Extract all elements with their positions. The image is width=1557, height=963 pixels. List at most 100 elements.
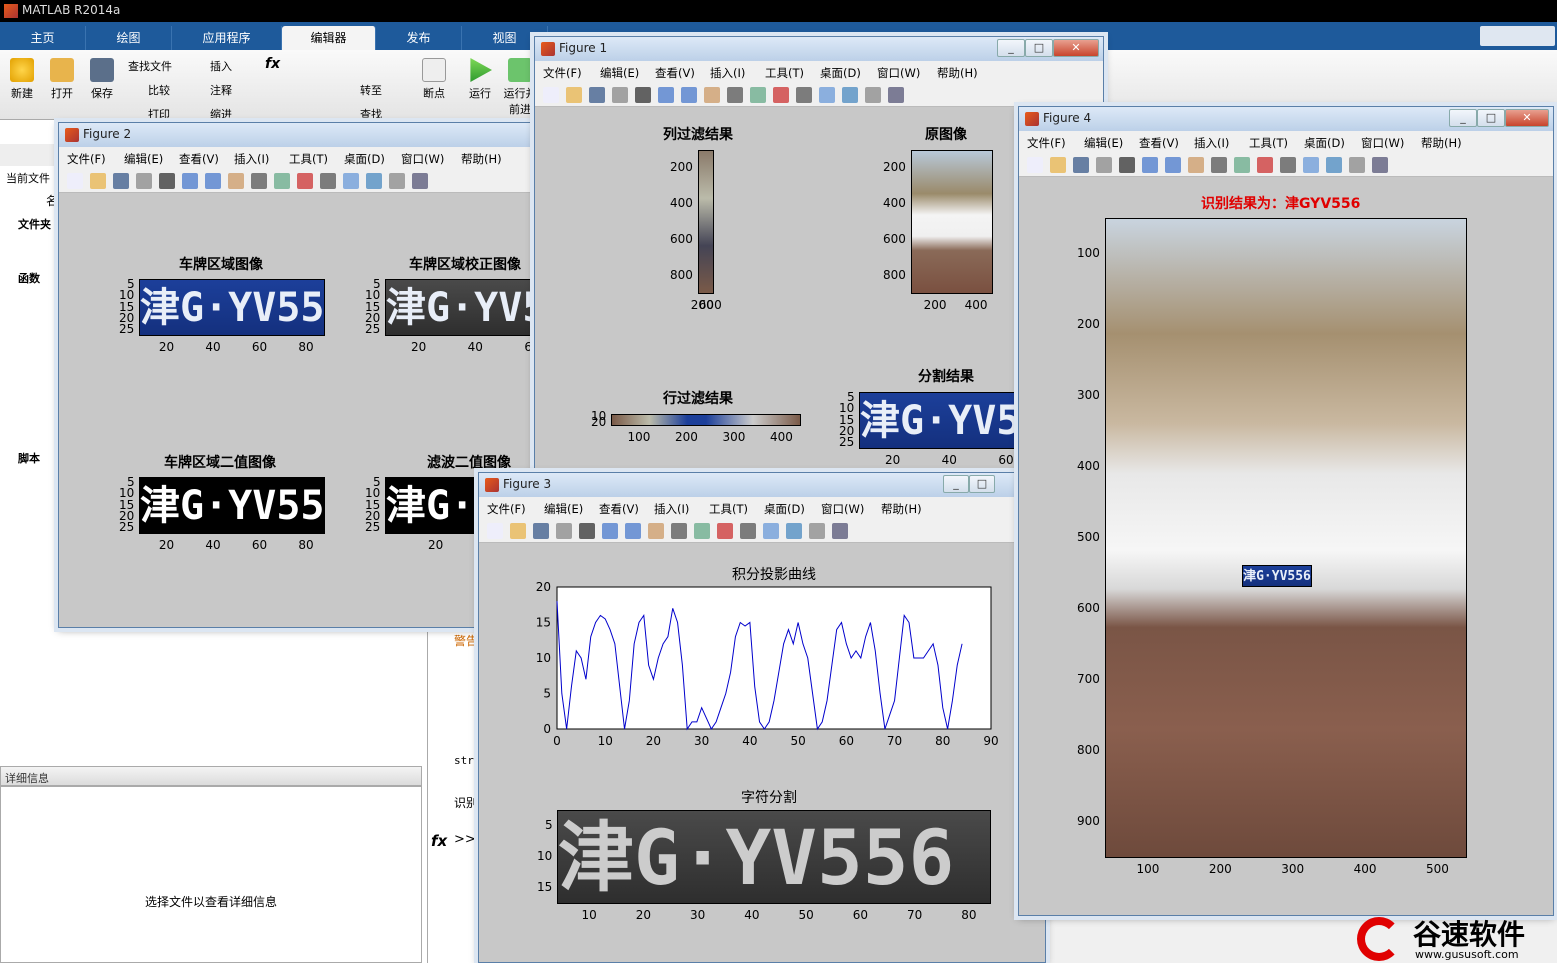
toolbar-button[interactable] (727, 87, 743, 103)
menu-item[interactable]: 查看(V) (179, 151, 219, 167)
toolbar-button[interactable] (1372, 157, 1388, 173)
toolbar-button[interactable] (579, 523, 595, 539)
toolbar-button[interactable] (842, 87, 858, 103)
toolbar-button[interactable] (251, 173, 267, 189)
toolbar-button[interactable] (90, 173, 106, 189)
toolbar-button[interactable] (297, 173, 313, 189)
goto-button[interactable]: 转至 (360, 82, 382, 98)
breakpoint-button[interactable]: 断点 (420, 58, 448, 101)
insert-button[interactable]: 插入 (210, 58, 232, 74)
toolbar-button[interactable] (205, 173, 221, 189)
figure1-titlebar[interactable]: Figure 1 _ □ ✕ (535, 37, 1103, 61)
toolbar-button[interactable] (543, 87, 559, 103)
toolbar-button[interactable] (589, 87, 605, 103)
menu-item[interactable]: 帮助(H) (881, 501, 922, 517)
menu-item[interactable]: 文件(F) (1027, 135, 1066, 151)
toolbar-button[interactable] (182, 173, 198, 189)
toolbar-button[interactable] (625, 523, 641, 539)
menu-item[interactable]: 工具(T) (709, 501, 748, 517)
menu-item[interactable]: 窗口(W) (877, 65, 920, 81)
toolbar-button[interactable] (1211, 157, 1227, 173)
toolbar-button[interactable] (750, 87, 766, 103)
toolbar-button[interactable] (228, 173, 244, 189)
toolbar-button[interactable] (740, 523, 756, 539)
figure2-window[interactable]: Figure 2 文件(F) 编辑(E) 查看(V) 插入(I) 工具(T) 桌面(D) 窗… (58, 122, 540, 628)
menu-item[interactable]: 文件(F) (487, 501, 526, 517)
tab-home[interactable]: 主页 (0, 26, 86, 50)
toolbar-button[interactable] (681, 87, 697, 103)
toolbar-button[interactable] (1050, 157, 1066, 173)
open-button[interactable]: 打开 (48, 58, 76, 101)
toolbar-button[interactable] (533, 523, 549, 539)
function-section[interactable]: 函数 (18, 270, 40, 286)
menu-item[interactable]: 编辑(E) (124, 151, 163, 167)
menu-item[interactable]: 窗口(W) (1361, 135, 1404, 151)
run-advance-button[interactable]: 运行并前进 (502, 58, 538, 117)
menu-item[interactable]: 查看(V) (655, 65, 695, 81)
figure4-titlebar[interactable]: Figure 4 _ □ ✕ (1019, 107, 1553, 131)
toolbar-button[interactable] (1119, 157, 1135, 173)
toolbar-button[interactable] (763, 523, 779, 539)
menu-item[interactable]: 桌面(D) (1304, 135, 1345, 151)
folder-section[interactable]: 文件夹 (18, 216, 51, 232)
menu-item[interactable]: 文件(F) (543, 65, 582, 81)
maximize-button[interactable]: □ (1477, 109, 1505, 127)
menu-item[interactable]: 插入(I) (1194, 135, 1229, 151)
toolbar-button[interactable] (1142, 157, 1158, 173)
toolbar-button[interactable] (865, 87, 881, 103)
save-button[interactable]: 保存 (88, 58, 116, 101)
toolbar-button[interactable] (136, 173, 152, 189)
menu-item[interactable]: 帮助(H) (1421, 135, 1462, 151)
toolbar-button[interactable] (888, 87, 904, 103)
toolbar-button[interactable] (1027, 157, 1043, 173)
command-prompt[interactable]: >> (454, 832, 476, 847)
menu-item[interactable]: 帮助(H) (937, 65, 978, 81)
figure4-window[interactable]: Figure 4 _ □ ✕ 文件(F) 编辑(E) 查看(V) 插入(I) 工具(T)… (1018, 106, 1554, 916)
toolbar-button[interactable] (832, 523, 848, 539)
menu-item[interactable]: 工具(T) (1249, 135, 1288, 151)
name-column-header[interactable]: 名 (46, 192, 58, 209)
toolbar-button[interactable] (1303, 157, 1319, 173)
toolbar-button[interactable] (67, 173, 83, 189)
toolbar-button[interactable] (694, 523, 710, 539)
compare-button[interactable]: 比较 (148, 82, 170, 98)
toolbar-button[interactable] (1326, 157, 1342, 173)
toolbar-button[interactable] (343, 173, 359, 189)
toolbar-button[interactable] (1188, 157, 1204, 173)
script-section[interactable]: 脚本 (18, 450, 40, 466)
close-button[interactable]: ✕ (1053, 39, 1099, 57)
tab-apps[interactable]: 应用程序 (172, 26, 282, 50)
menu-item[interactable]: 工具(T) (765, 65, 804, 81)
toolbar-button[interactable] (1349, 157, 1365, 173)
toolbar-button[interactable] (366, 173, 382, 189)
maximize-button[interactable]: □ (1025, 39, 1053, 57)
toolbar-button[interactable] (274, 173, 290, 189)
close-button[interactable]: ✕ (1505, 109, 1549, 127)
toolbar-button[interactable] (796, 87, 812, 103)
new-button[interactable]: 新建 (8, 58, 36, 101)
menu-item[interactable]: 编辑(E) (1084, 135, 1123, 151)
menu-item[interactable]: 文件(F) (67, 151, 106, 167)
figure2-titlebar[interactable]: Figure 2 (59, 123, 535, 147)
figure3-window[interactable]: Figure 3 _ □ 文件(F) 编辑(E) 查看(V) 插入(I) 工具(T) 桌面… (478, 472, 1046, 963)
toolbar-button[interactable] (671, 523, 687, 539)
menu-item[interactable]: 桌面(D) (820, 65, 861, 81)
find-files-button[interactable]: 查找文件 (128, 58, 172, 74)
menu-item[interactable]: 桌面(D) (764, 501, 805, 517)
minimize-button[interactable]: _ (1449, 109, 1477, 127)
toolbar-button[interactable] (773, 87, 789, 103)
toolbar-button[interactable] (809, 523, 825, 539)
toolbar-button[interactable] (510, 523, 526, 539)
figure3-titlebar[interactable]: Figure 3 _ □ (479, 473, 1045, 497)
comment-button[interactable]: 注释 (210, 82, 232, 98)
menu-item[interactable]: 窗口(W) (821, 501, 864, 517)
toolbar-button[interactable] (612, 87, 628, 103)
toolbar-button[interactable] (389, 173, 405, 189)
toolbar-button[interactable] (412, 173, 428, 189)
menu-item[interactable]: 插入(I) (654, 501, 689, 517)
toolbar-button[interactable] (717, 523, 733, 539)
toolbar-button[interactable] (159, 173, 175, 189)
toolbar-button[interactable] (602, 523, 618, 539)
menu-item[interactable]: 帮助(H) (461, 151, 502, 167)
toolbar-button[interactable] (487, 523, 503, 539)
